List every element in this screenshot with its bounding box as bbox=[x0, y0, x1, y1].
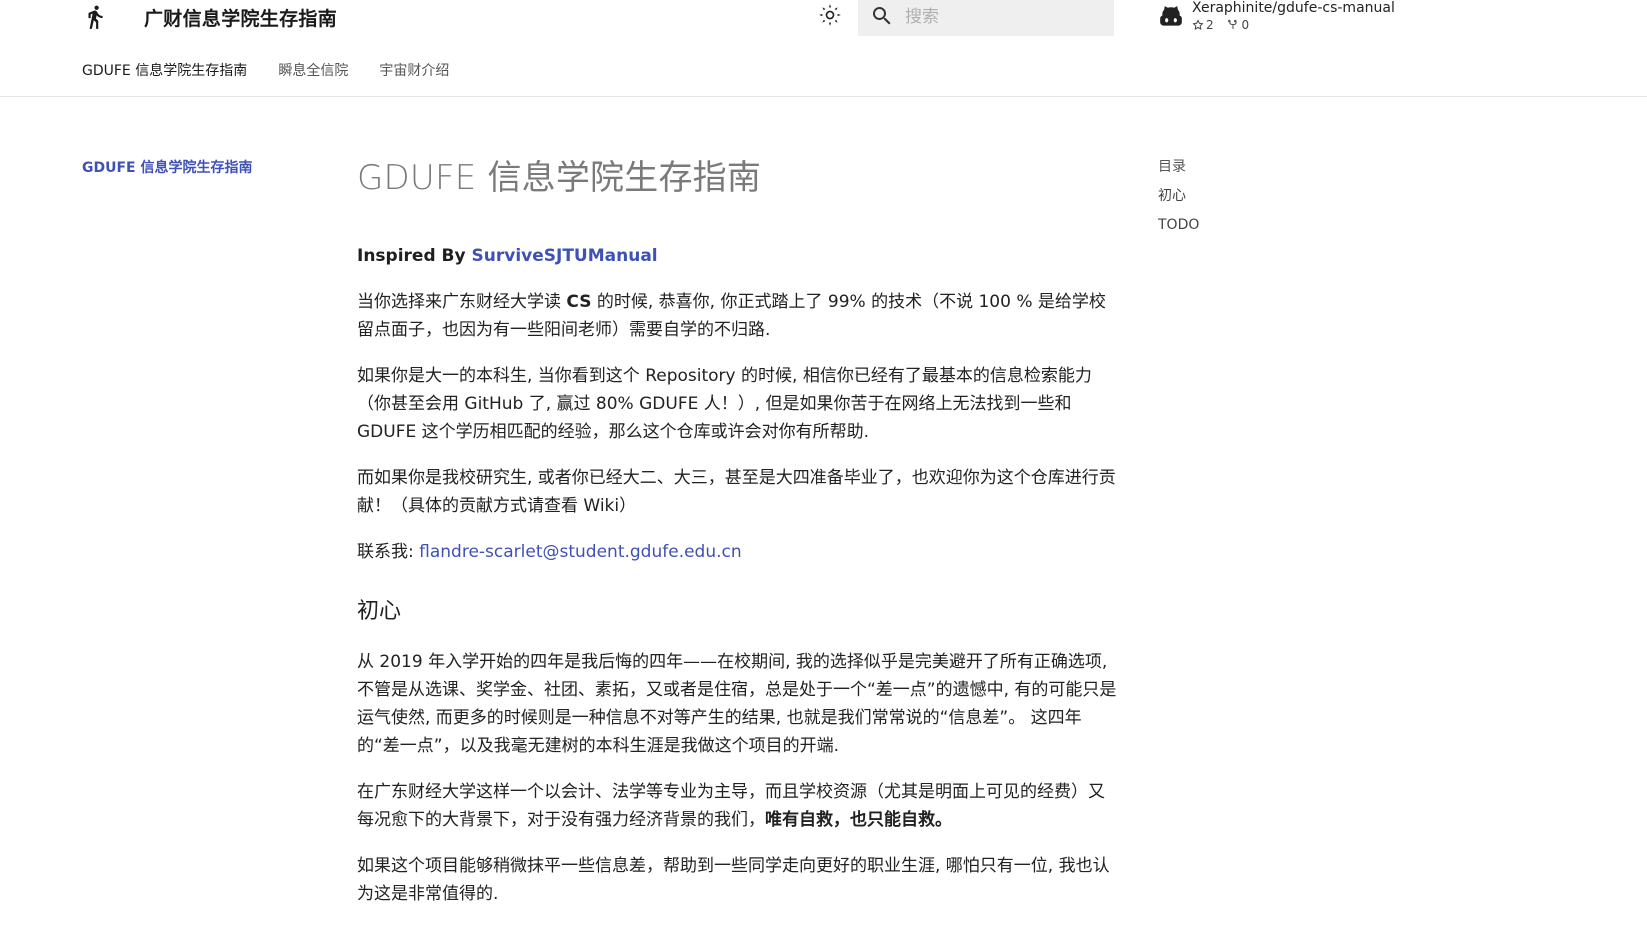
fork-icon bbox=[1228, 19, 1237, 29]
tab-universe-intro[interactable]: 宇宙财介绍 bbox=[379, 60, 449, 80]
contact-label: 联系我: bbox=[357, 542, 420, 562]
paragraph-contribute: 而如果你是我校研究生, 或者你已经大二、大三，甚至是大四准备毕业了，也欢迎你为这… bbox=[357, 468, 1116, 516]
repo-stats: 2 0 bbox=[1192, 18, 1259, 34]
tab-gdufe-guide[interactable]: GDUFE 信息学院生存指南 bbox=[82, 60, 247, 80]
toc-title: 目录 bbox=[1158, 159, 1186, 175]
paragraph-freshman: 如果你是大一的本科生, 当你看到这个 Repository 的时候, 相信你已经… bbox=[357, 366, 1092, 442]
repo-stars: 2 bbox=[1192, 18, 1214, 32]
contact-email-link[interactable]: flandre-scarlet@student.gdufe.edu.cn bbox=[419, 542, 742, 562]
sidebar-item-gdufe-guide[interactable]: GDUFE 信息学院生存指南 bbox=[82, 157, 322, 177]
paragraph-worth: 如果这个项目能够稍微抹平一些信息差，帮助到一些同学走向更好的职业生涯, 哪怕只有… bbox=[357, 856, 1110, 904]
main-content: GDUFE 信息学院生存指南 Inspired By SurviveSJTUMa… bbox=[357, 150, 1117, 926]
top-header: 广财信息学院生存指南 Xeraphinite/gdufe-cs-manual 2 bbox=[0, 0, 1647, 97]
repo-name: Xeraphinite/gdufe-cs-manual bbox=[1192, 0, 1395, 16]
top-tabs: GDUFE 信息学院生存指南 瞬息全信院 宇宙财介绍 bbox=[82, 60, 475, 84]
paragraph-cs-a: 当你选择来广东财经大学读 bbox=[357, 292, 567, 312]
github-icon bbox=[1158, 4, 1184, 30]
repo-forks: 0 bbox=[1227, 18, 1249, 32]
page-title: GDUFE 信息学院生存指南 bbox=[357, 158, 762, 198]
contact-line: 联系我: flandre-scarlet@student.gdufe.edu.c… bbox=[357, 538, 1117, 566]
toc-item-todo[interactable]: TODO bbox=[1158, 215, 1358, 244]
table-of-contents: 目录 初心 TODO bbox=[1158, 157, 1358, 244]
star-icon bbox=[1192, 19, 1204, 30]
search-icon[interactable] bbox=[870, 4, 894, 28]
section-heading-origin: 初心 bbox=[357, 599, 402, 624]
repo-forks-count: 0 bbox=[1241, 18, 1250, 32]
theme-toggle-icon[interactable] bbox=[817, 2, 845, 30]
toc-item-origin[interactable]: 初心 bbox=[1158, 186, 1358, 215]
paragraph-cs: 当你选择来广东财经大学读 CS 的时候, 恭喜你, 你正式踏上了 99% 的技术… bbox=[357, 288, 1117, 344]
paragraph-self-rescue-a: 在广东财经大学这样一个以会计、法学等专业为主导，而且学校资源（尤其是明面上可见的… bbox=[357, 782, 1105, 830]
repo-link[interactable]: Xeraphinite/gdufe-cs-manual 2 0 bbox=[1158, 0, 1395, 34]
paragraph-self-rescue: 在广东财经大学这样一个以会计、法学等专业为主导，而且学校资源（尤其是明面上可见的… bbox=[357, 778, 1117, 834]
inspired-link[interactable]: SurviveSJTUManual bbox=[472, 246, 658, 266]
paragraph-regret: 从 2019 年入学开始的四年是我后悔的四年——在校期间, 我的选择似乎是完美避… bbox=[357, 652, 1117, 756]
repo-stars-count: 2 bbox=[1206, 18, 1214, 32]
running-person-icon[interactable] bbox=[82, 3, 108, 31]
tab-info-college[interactable]: 瞬息全信院 bbox=[278, 60, 348, 80]
paragraph-cs-bold: CS bbox=[566, 292, 592, 312]
inspired-by-label: Inspired By bbox=[357, 246, 472, 266]
site-title[interactable]: 广财信息学院生存指南 bbox=[144, 4, 337, 31]
left-sidebar: GDUFE 信息学院生存指南 bbox=[82, 157, 322, 177]
search-input[interactable] bbox=[903, 2, 1107, 32]
inspired-by-line: Inspired By SurviveSJTUManual bbox=[357, 242, 1117, 270]
paragraph-self-rescue-bold: 唯有自救，也只能自救。 bbox=[765, 810, 952, 830]
search-box[interactable] bbox=[858, 0, 1114, 36]
